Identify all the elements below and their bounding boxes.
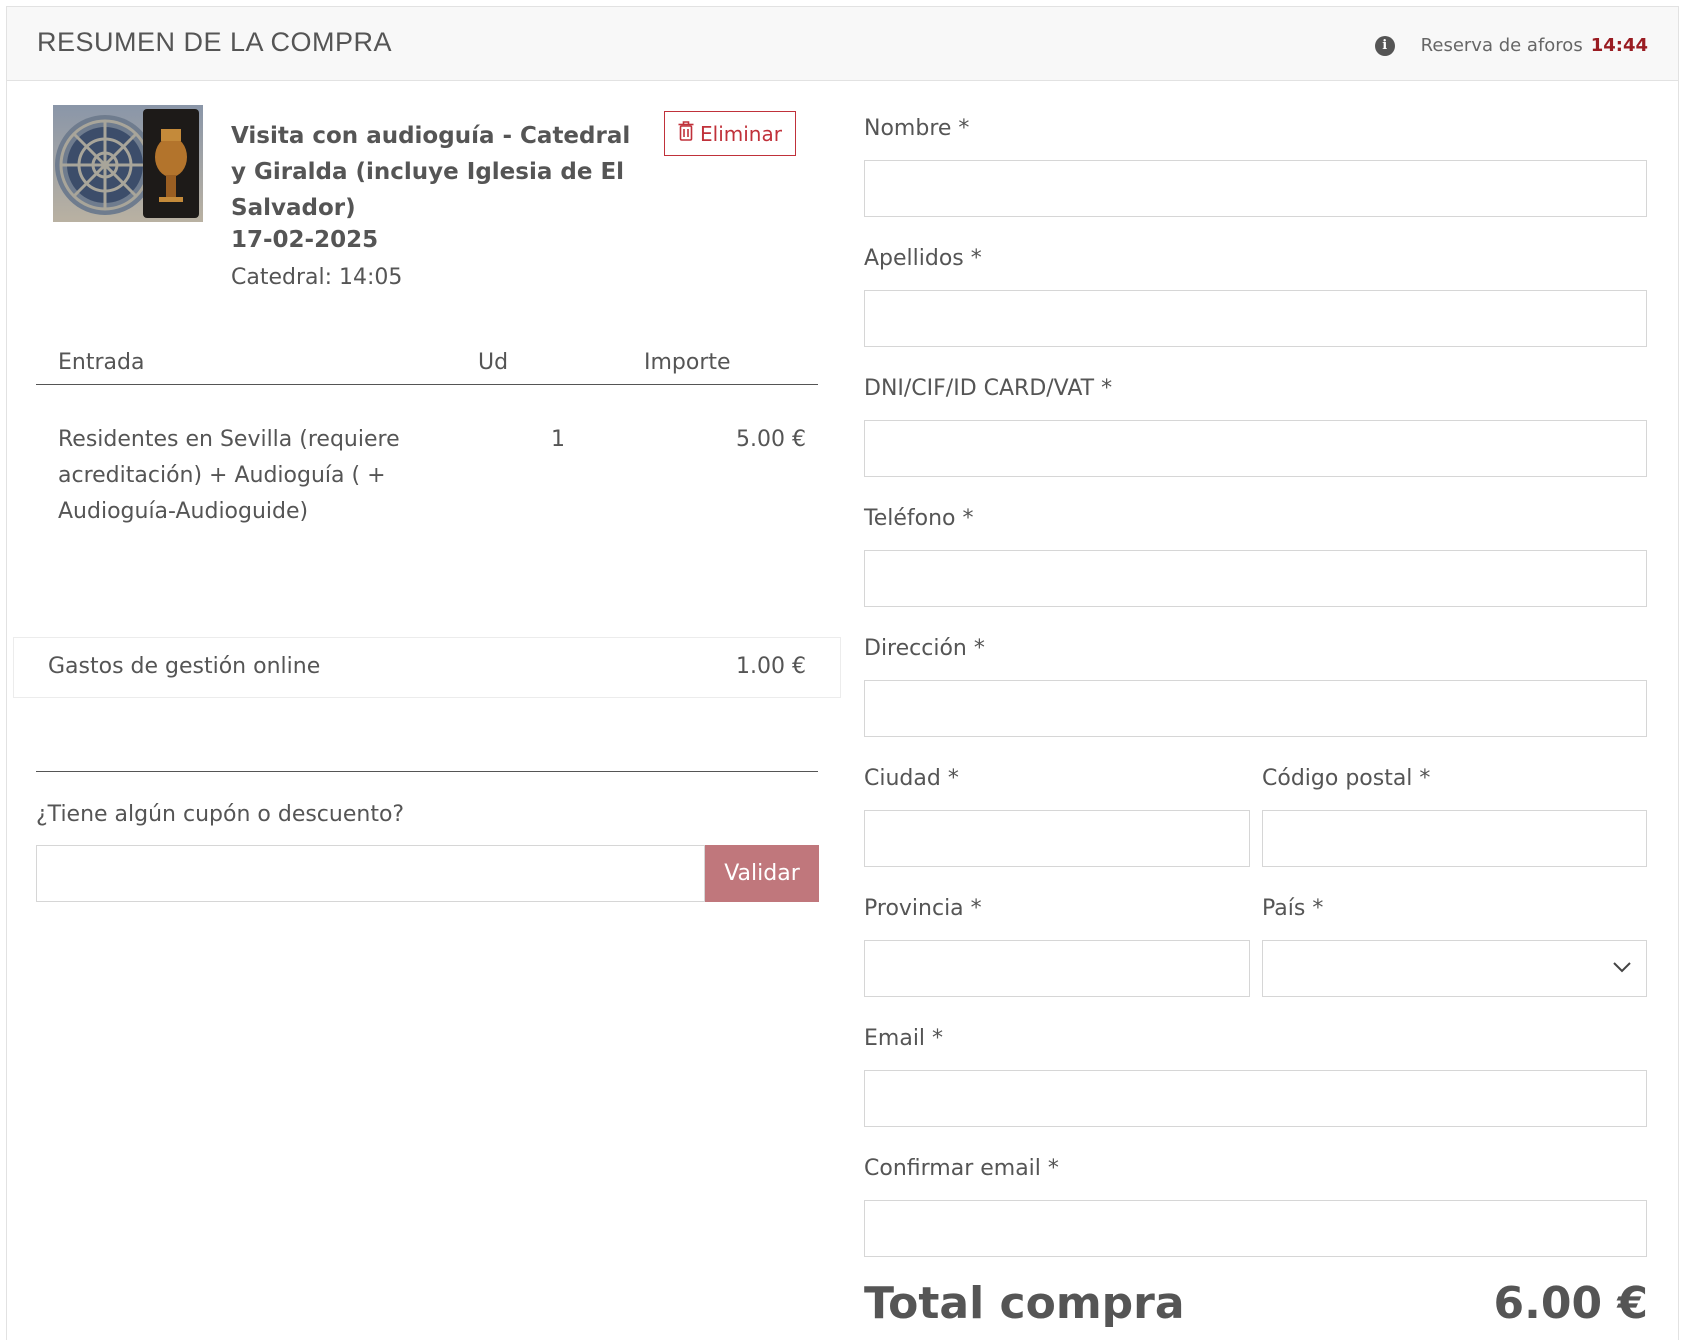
ticket-amount: 5.00 € — [736, 427, 806, 452]
chevron-down-icon — [1612, 959, 1632, 978]
coupon-input[interactable] — [36, 845, 705, 902]
divider — [36, 771, 818, 772]
ciudad-field[interactable] — [864, 810, 1250, 867]
reservation-timer: i Reserva de aforos 14:44 — [1374, 35, 1648, 56]
event-date: 17-02-2025 — [231, 227, 379, 253]
tickets-table-header: Entrada Ud Importe — [36, 350, 818, 385]
codigo-postal-field[interactable] — [1262, 810, 1647, 867]
column-header-entrada: Entrada — [58, 350, 145, 375]
panel-header: RESUMEN DE LA COMPRA i Reserva de aforos… — [7, 7, 1678, 81]
total-value: 6.00 € — [1493, 1278, 1649, 1329]
page-title: RESUMEN DE LA COMPRA — [37, 27, 393, 57]
email-field[interactable] — [864, 1070, 1647, 1127]
confirmar-email-label: Confirmar email * — [864, 1156, 1059, 1181]
column-header-importe: Importe — [644, 350, 731, 375]
reservation-time: 14:44 — [1590, 35, 1648, 56]
trash-icon — [678, 121, 694, 146]
nombre-label: Nombre * — [864, 116, 970, 141]
ticket-quantity: 1 — [551, 427, 565, 452]
nombre-field[interactable] — [864, 160, 1647, 217]
pais-label: País * — [1262, 896, 1324, 921]
delete-label: Eliminar — [700, 121, 782, 146]
direccion-label: Dirección * — [864, 636, 985, 661]
fees-value: 1.00 € — [736, 654, 806, 679]
provincia-field[interactable] — [864, 940, 1250, 997]
validate-coupon-button[interactable]: Validar — [705, 845, 819, 902]
dni-label: DNI/CIF/ID CARD/VAT * — [864, 376, 1113, 401]
ticket-description: Residentes en Sevilla (requiere acredita… — [58, 427, 400, 524]
event-title: Visita con audioguía - Catedral y Girald… — [231, 123, 631, 221]
pais-select[interactable] — [1262, 940, 1647, 997]
info-icon: i — [1374, 35, 1395, 56]
delete-button[interactable]: Eliminar — [664, 111, 796, 156]
total-label: Total compra — [864, 1278, 1185, 1329]
fees-label: Gastos de gestión online — [48, 654, 321, 679]
apellidos-field[interactable] — [864, 290, 1647, 347]
email-label: Email * — [864, 1026, 944, 1051]
apellidos-label: Apellidos * — [864, 246, 982, 271]
coupon-question: ¿Tiene algún cupón o descuento? — [36, 802, 405, 827]
ciudad-label: Ciudad * — [864, 766, 959, 791]
codigo-postal-label: Código postal * — [1262, 766, 1431, 791]
telefono-field[interactable] — [864, 550, 1647, 607]
event-thumbnail — [53, 105, 203, 222]
reservation-label: Reserva de aforos — [1420, 35, 1583, 56]
column-header-ud: Ud — [478, 350, 509, 375]
dni-field[interactable] — [864, 420, 1647, 477]
telefono-label: Teléfono * — [864, 506, 974, 531]
confirmar-email-field[interactable] — [864, 1200, 1647, 1257]
direccion-field[interactable] — [864, 680, 1647, 737]
management-fees-row: Gastos de gestión online 1.00 € — [13, 637, 841, 698]
provincia-label: Provincia * — [864, 896, 982, 921]
event-time: Catedral: 14:05 — [231, 265, 403, 290]
